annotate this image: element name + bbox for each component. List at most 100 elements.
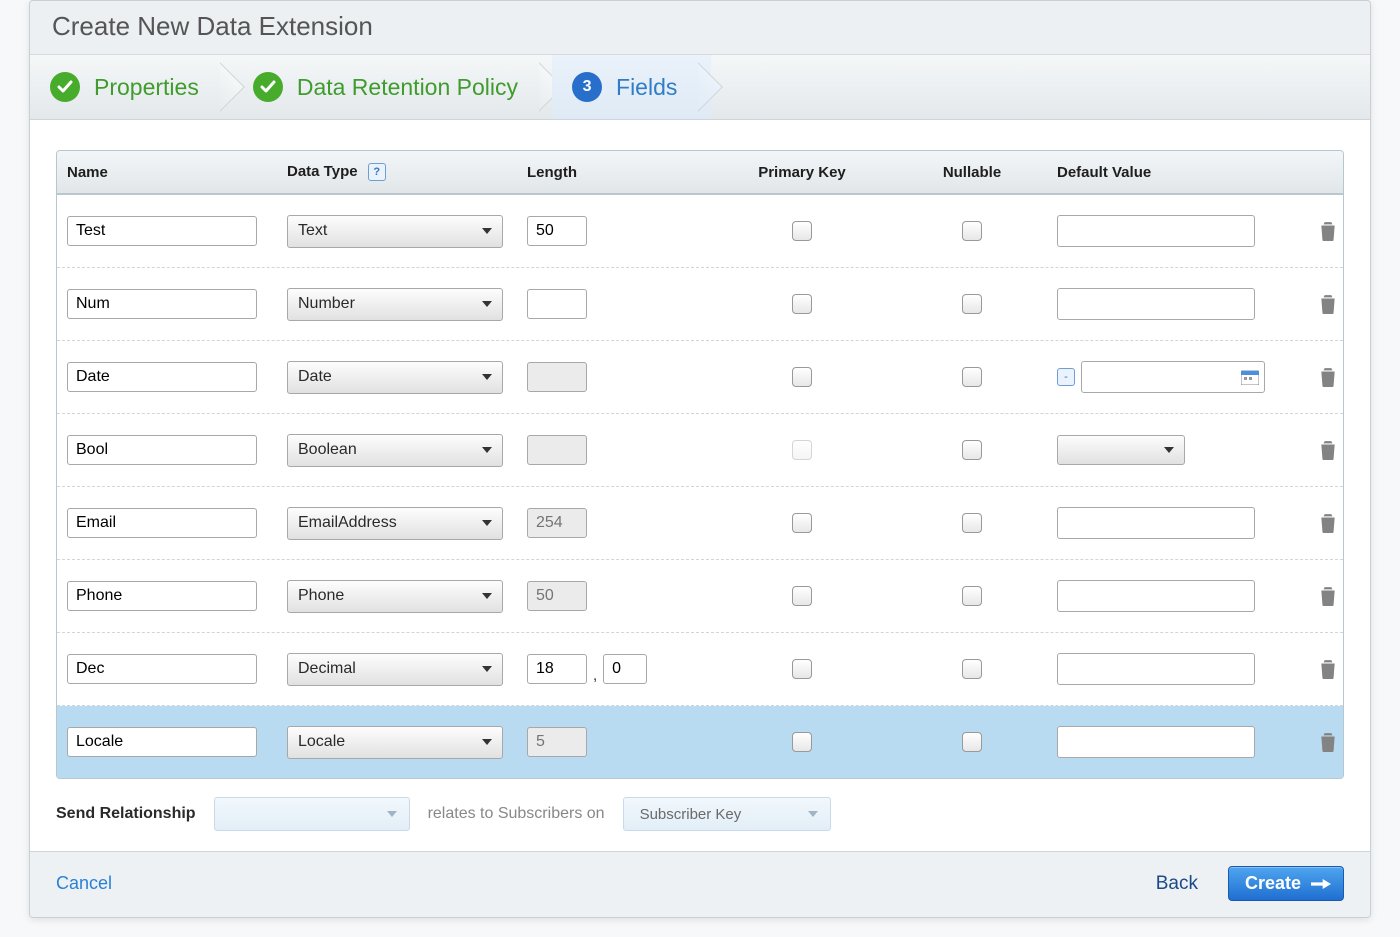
field-name-input[interactable] [67,727,257,757]
length-input [527,727,587,757]
length-input[interactable] [527,289,587,319]
delete-row-icon[interactable] [1319,659,1337,679]
primary-key-checkbox[interactable] [792,659,812,679]
length-input [527,362,587,392]
back-button[interactable]: Back [1156,873,1198,895]
data-type-value: Date [298,368,332,386]
send-relationship-field-select[interactable] [214,797,410,831]
scale-input[interactable] [603,654,647,684]
length-input [527,435,587,465]
default-value-input[interactable] [1057,215,1255,247]
table-row: Boolean [57,414,1343,487]
data-type-select[interactable]: Phone [287,580,503,613]
data-type-select[interactable]: Text [287,215,503,248]
nullable-checkbox[interactable] [962,659,982,679]
table-row: Locale [57,706,1343,778]
default-value-date-input[interactable] [1081,361,1265,393]
modal-create-data-extension: Create New Data Extension Properties Dat… [29,0,1371,918]
col-length: Length [527,164,717,181]
primary-key-checkbox[interactable] [792,732,812,752]
check-icon [50,72,80,102]
subscriber-key-value: Subscriber Key [640,806,742,823]
step-fields[interactable]: 3 Fields [552,55,711,119]
primary-key-checkbox[interactable] [792,367,812,387]
field-name-input[interactable] [67,435,257,465]
send-relationship-label: Send Relationship [56,805,196,823]
arrow-right-icon [1311,876,1331,892]
send-relationship-hint: relates to Subscribers on [428,805,605,823]
data-type-select[interactable]: Locale [287,726,503,759]
nullable-checkbox[interactable] [962,294,982,314]
table-row: EmailAddress [57,487,1343,560]
cancel-button[interactable]: Cancel [56,873,112,893]
modal-title: Create New Data Extension [30,1,1370,55]
step-properties[interactable]: Properties [30,55,233,119]
table-row: Number [57,268,1343,341]
content-area: Name Data Type ? Length Primary Key Null… [30,120,1370,851]
length-input [527,508,587,538]
help-icon[interactable]: ? [368,163,386,181]
wizard-steps: Properties Data Retention Policy 3 Field… [30,55,1370,120]
col-default-value: Default Value [1057,164,1287,181]
data-type-value: Number [298,295,355,313]
delete-row-icon[interactable] [1319,513,1337,533]
primary-key-checkbox[interactable] [792,586,812,606]
create-button[interactable]: Create [1228,866,1344,901]
col-data-type: Data Type ? [287,163,527,181]
primary-key-checkbox[interactable] [792,513,812,533]
nullable-checkbox[interactable] [962,440,982,460]
step-number-badge: 3 [572,72,602,102]
field-name-input[interactable] [67,216,257,246]
clear-date-icon[interactable]: - [1057,368,1075,386]
data-type-value: Decimal [298,660,356,678]
data-type-select[interactable]: EmailAddress [287,507,503,540]
data-type-select[interactable]: Boolean [287,434,503,467]
field-name-input[interactable] [67,581,257,611]
nullable-checkbox[interactable] [962,586,982,606]
delete-row-icon[interactable] [1319,221,1337,241]
data-type-value: Text [298,222,327,240]
length-input[interactable] [527,654,587,684]
length-input[interactable] [527,216,587,246]
check-icon [253,72,283,102]
chevron-right-icon [698,55,724,119]
data-type-select[interactable]: Decimal [287,653,503,686]
default-value-input [1057,580,1255,612]
subscriber-key-select[interactable]: Subscriber Key [623,797,831,831]
default-value-input [1057,726,1255,758]
step-data-retention[interactable]: Data Retention Policy [233,55,552,119]
data-type-value: Boolean [298,441,357,459]
field-name-input[interactable] [67,362,257,392]
nullable-checkbox[interactable] [962,221,982,241]
field-name-input[interactable] [67,654,257,684]
nullable-checkbox[interactable] [962,367,982,387]
field-name-input[interactable] [67,289,257,319]
nullable-checkbox[interactable] [962,513,982,533]
default-value-input[interactable] [1057,653,1255,685]
step-label: Properties [94,74,199,101]
send-relationship-row: Send Relationship relates to Subscribers… [56,797,1344,831]
fields-table: Name Data Type ? Length Primary Key Null… [56,150,1344,779]
table-row: Decimal, [57,633,1343,706]
modal-footer: Cancel Back Create [30,851,1370,917]
table-row: Phone [57,560,1343,633]
table-row: Date - [57,341,1343,414]
calendar-icon[interactable] [1241,369,1259,385]
delete-row-icon[interactable] [1319,367,1337,387]
data-type-select[interactable]: Number [287,288,503,321]
fields-table-header: Name Data Type ? Length Primary Key Null… [57,151,1343,195]
primary-key-checkbox[interactable] [792,221,812,241]
nullable-checkbox[interactable] [962,732,982,752]
primary-key-checkbox [792,440,812,460]
delete-row-icon[interactable] [1319,294,1337,314]
delete-row-icon[interactable] [1319,732,1337,752]
delete-row-icon[interactable] [1319,586,1337,606]
data-type-select[interactable]: Date [287,361,503,394]
table-row: Text [57,195,1343,268]
field-name-input[interactable] [67,508,257,538]
primary-key-checkbox[interactable] [792,294,812,314]
default-value-input[interactable] [1057,288,1255,320]
col-nullable: Nullable [887,164,1057,181]
delete-row-icon[interactable] [1319,440,1337,460]
default-value-select[interactable] [1057,435,1185,465]
